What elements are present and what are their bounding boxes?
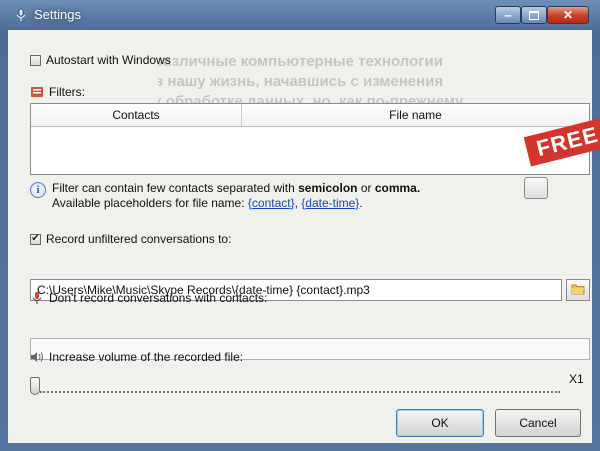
autostart-label: Autostart with Windows [46, 53, 171, 67]
slider-thumb[interactable] [30, 377, 40, 395]
autostart-checkbox[interactable] [30, 54, 41, 66]
minimize-button[interactable]: ‒ [495, 6, 521, 24]
record-unfiltered-label: Record unfiltered conversations to: [46, 232, 232, 246]
dont-record-label: Don't record conversations with contacts… [49, 291, 268, 305]
filter-info: i Filter can contain few contacts separa… [30, 181, 420, 211]
filter-icon [30, 85, 44, 99]
title-bar[interactable]: Settings ‒ ✕ [0, 0, 600, 30]
slider-ticks [40, 391, 560, 397]
dont-record-header: Don't record conversations with contacts… [30, 291, 267, 305]
cancel-button[interactable]: Cancel [495, 409, 581, 437]
ok-button[interactable]: OK [396, 409, 484, 437]
folder-icon [571, 283, 585, 298]
column-header-contacts[interactable]: Contacts [31, 104, 241, 126]
autostart-row[interactable]: Autostart with Windows [30, 53, 171, 67]
remove-filter-button[interactable] [524, 177, 548, 199]
volume-label: Increase volume of the recorded file: [49, 350, 244, 364]
settings-window: Settings ‒ ✕ различные компьютерные техн… [0, 0, 600, 451]
minimize-icon: ‒ [504, 8, 512, 22]
column-header-file-name[interactable]: File name [241, 104, 589, 126]
placeholder-datetime-link[interactable]: {date-time} [301, 196, 359, 210]
record-unfiltered-row[interactable]: ✔ Record unfiltered conversations to: [30, 232, 231, 246]
close-button[interactable]: ✕ [547, 6, 589, 24]
close-icon: ✕ [562, 8, 574, 22]
maximize-icon [529, 10, 539, 20]
filters-table-header: Contacts File name [31, 104, 589, 127]
dialog-body: различные компьютерные технологии в нашу… [8, 30, 592, 443]
microphone-icon [14, 8, 28, 22]
info-icon: i [30, 182, 46, 198]
volume-slider[interactable] [30, 377, 564, 401]
microphone-muted-icon [30, 291, 44, 305]
speaker-icon [30, 350, 44, 364]
info-line-1: Filter can contain few contacts separate… [52, 181, 421, 195]
window-title: Settings [34, 7, 81, 22]
record-unfiltered-checkbox[interactable]: ✔ [30, 233, 41, 245]
maximize-button[interactable] [521, 6, 547, 24]
placeholder-contact-link[interactable]: {contact} [248, 196, 295, 210]
filters-table[interactable]: Contacts File name [30, 103, 590, 175]
volume-header: Increase volume of the recorded file: [30, 350, 243, 364]
volume-value: X1 [569, 372, 584, 386]
filters-label: Filters: [49, 85, 85, 99]
info-line-2: Available placeholders for file name: {c… [52, 196, 363, 210]
filters-header: Filters: [30, 85, 85, 99]
browse-folder-button[interactable] [566, 279, 590, 301]
